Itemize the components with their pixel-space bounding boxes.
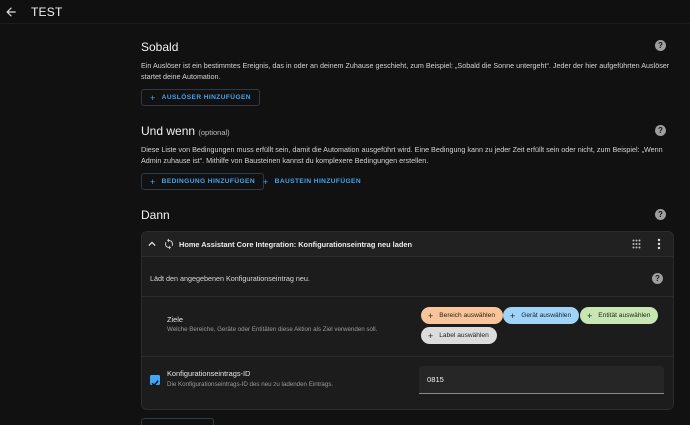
config-entry-label: Konfigurationseintrags-ID xyxy=(167,369,251,378)
plus-icon: + xyxy=(428,330,434,341)
action-card: Home Assistant Core Integration: Konfigu… xyxy=(141,231,674,410)
divider xyxy=(142,356,673,357)
help-icon[interactable]: ? xyxy=(655,209,666,220)
help-icon[interactable]: ? xyxy=(655,125,666,136)
chip-label: Label auswählen xyxy=(439,332,489,339)
check-icon xyxy=(151,380,159,387)
action-description: Lädt den angegebenen Konfigurationseintr… xyxy=(150,274,310,283)
section-description-sobald: Ein Auslöser ist ein bestimmtes Ereignis… xyxy=(141,61,670,81)
divider xyxy=(142,296,673,297)
targets-label: Ziele xyxy=(167,315,184,324)
und-wenn-title: Und wenn xyxy=(141,124,196,138)
add-condition-label: BEDINGUNG HINZUFÜGEN xyxy=(161,178,256,185)
more-vertical-icon[interactable] xyxy=(657,238,661,250)
section-description-und-wenn: Diese Liste von Bedingungen muss erfüllt… xyxy=(141,145,663,165)
action-title: Home Assistant Core Integration: Konfigu… xyxy=(179,240,412,249)
sync-icon xyxy=(165,238,173,250)
add-action-button[interactable] xyxy=(141,418,214,425)
add-trigger-button[interactable]: + AUSLÖSER HINZUFÜGEN xyxy=(141,89,260,106)
chevron-up-icon[interactable] xyxy=(148,240,156,248)
arrow-left-icon[interactable] xyxy=(4,5,18,19)
config-entry-id-input[interactable] xyxy=(427,375,657,384)
choose-label-chip[interactable]: + Label auswählen xyxy=(421,327,497,344)
section-title-dann: Dann xyxy=(141,208,170,222)
config-entry-id-field[interactable] xyxy=(419,366,664,394)
config-entry-checkbox[interactable] xyxy=(150,375,160,387)
chip-label: Bereich auswählen xyxy=(439,312,495,319)
drag-handle-icon[interactable] xyxy=(632,239,641,249)
plus-icon: + xyxy=(510,310,516,321)
chip-label: Gerät auswählen xyxy=(521,312,572,319)
targets-sublabel: Welche Bereiche, Geräte oder Entitäten d… xyxy=(167,326,378,333)
help-icon[interactable]: ? xyxy=(652,273,663,284)
chip-label: Entität auswählen xyxy=(598,312,651,319)
help-icon[interactable]: ? xyxy=(655,40,666,51)
section-title-und-wenn: Und wenn (optional) xyxy=(141,124,230,138)
section-title-sobald: Sobald xyxy=(141,40,179,54)
plus-icon: + xyxy=(150,176,156,187)
page-title: TEST xyxy=(31,5,63,19)
plus-icon: + xyxy=(428,310,434,321)
add-condition-button[interactable]: + BEDINGUNG HINZUFÜGEN xyxy=(141,173,265,190)
plus-icon: + xyxy=(587,310,593,321)
plus-icon: + xyxy=(263,176,269,187)
add-building-block-button[interactable]: + BAUSTEIN HINZUFÜGEN xyxy=(259,173,365,190)
choose-device-chip[interactable]: + Gerät auswählen xyxy=(503,307,580,324)
config-entry-sublabel: Die Konfigurationseintrags-ID des neu zu… xyxy=(167,381,334,388)
plus-icon: + xyxy=(150,92,156,103)
add-trigger-label: AUSLÖSER HINZUFÜGEN xyxy=(161,94,251,101)
choose-entity-chip[interactable]: + Entität auswählen xyxy=(580,307,659,324)
choose-area-chip[interactable]: + Bereich auswählen xyxy=(421,307,503,324)
top-app-bar: TEST xyxy=(0,0,690,24)
add-building-block-label: BAUSTEIN HINZUFÜGEN xyxy=(274,178,362,185)
action-card-header[interactable]: Home Assistant Core Integration: Konfigu… xyxy=(142,232,673,257)
optional-label: (optional) xyxy=(198,128,230,137)
